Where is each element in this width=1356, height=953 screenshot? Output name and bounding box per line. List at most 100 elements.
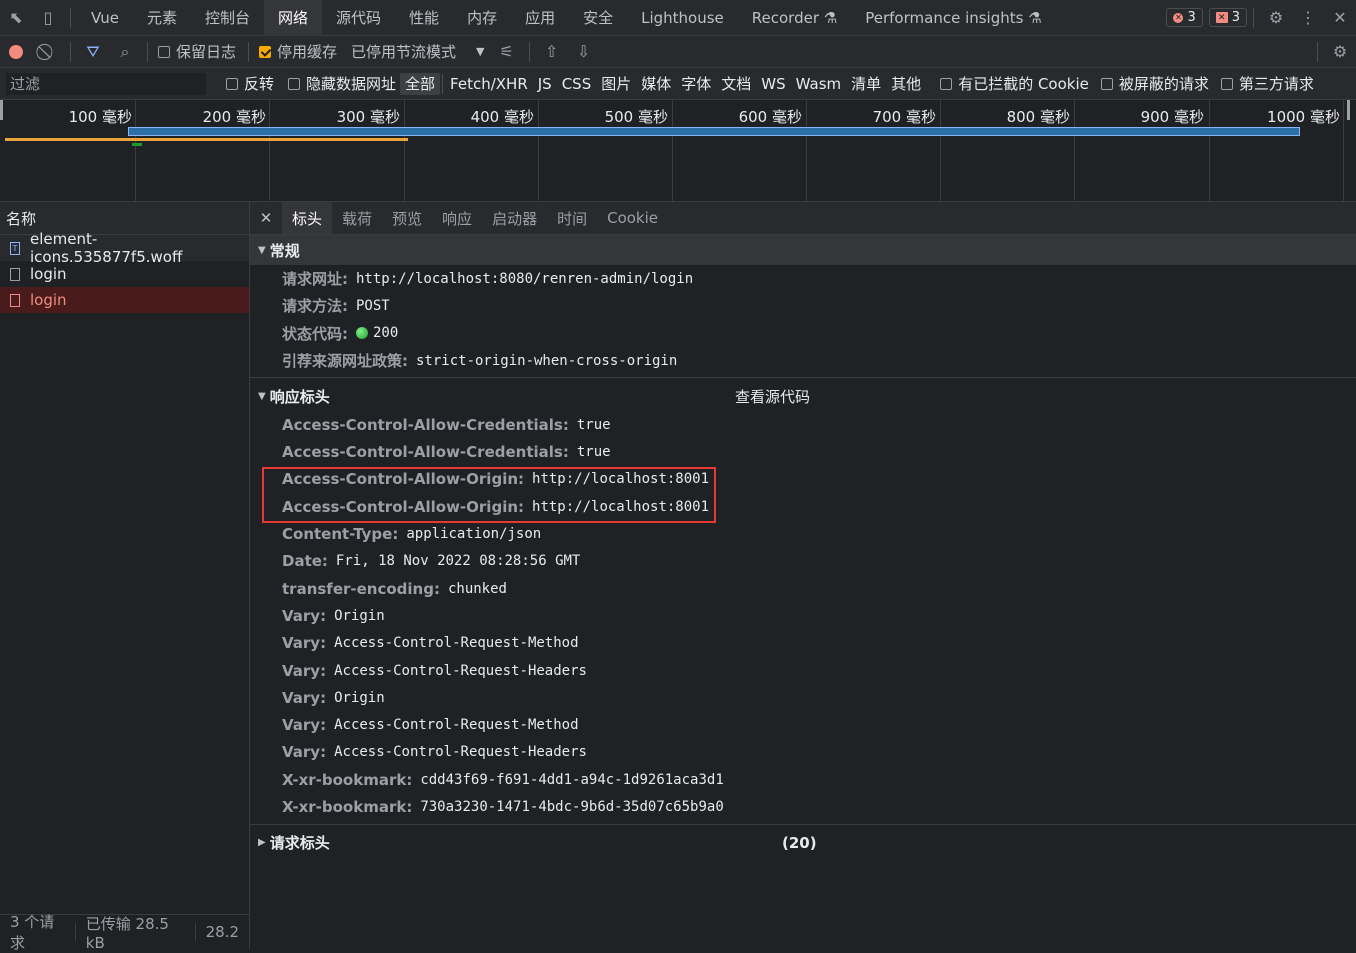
preserve-log-label: 保留日志 bbox=[176, 43, 237, 61]
tab-performance-insights[interactable]: Performance insights ⚗ bbox=[851, 0, 1055, 36]
blocked-cookies-checkbox[interactable]: 有已拦截的 Cookie bbox=[940, 73, 1089, 94]
type-filter-doc[interactable]: 文档 bbox=[716, 73, 756, 95]
request-timing-bar bbox=[5, 138, 408, 141]
tab-payload[interactable]: 载荷 bbox=[332, 202, 382, 234]
disable-cache-checkbox[interactable]: 停用缓存 bbox=[259, 41, 337, 62]
search-icon[interactable]: ⌕ bbox=[109, 34, 141, 70]
tab-initiator[interactable]: 启动器 bbox=[482, 202, 547, 234]
type-filter-img[interactable]: 图片 bbox=[596, 73, 636, 95]
section-title: 响应标头 bbox=[269, 387, 330, 406]
section-response-headers-toggle[interactable]: ▼ 响应标头 查看源代码 bbox=[250, 381, 1356, 411]
type-filter-font[interactable]: 字体 bbox=[676, 73, 716, 95]
type-filter-wasm[interactable]: Wasm bbox=[791, 73, 847, 95]
third-party-checkbox[interactable]: 第三方请求 bbox=[1220, 73, 1314, 94]
network-conditions-icon[interactable]: ⚟ bbox=[491, 34, 523, 70]
request-row-error[interactable]: login bbox=[0, 287, 249, 313]
filter-icon[interactable]: ⛛ bbox=[77, 34, 109, 70]
header-name: Vary: bbox=[282, 716, 327, 735]
transferred-size: 已传输 28.5 kB bbox=[85, 914, 169, 952]
header-row: transfer-encoding: chunked bbox=[250, 575, 1356, 602]
blocked-requests-label: 被屏蔽的请求 bbox=[1118, 75, 1209, 93]
filter-input[interactable]: 过滤 bbox=[6, 72, 206, 95]
tab-elements[interactable]: 元素 bbox=[133, 0, 191, 36]
issue-counter[interactable]: ✕ 3 bbox=[1208, 8, 1247, 27]
blocked-requests-checkbox[interactable]: 被屏蔽的请求 bbox=[1100, 73, 1209, 94]
device-toolbar-icon[interactable]: ▯ bbox=[32, 0, 64, 36]
throttling-select[interactable]: 已停用节流模式 ▼ bbox=[351, 41, 484, 62]
settings-gear-icon[interactable]: ⚙ bbox=[1260, 0, 1292, 36]
header-name: transfer-encoding: bbox=[282, 579, 440, 598]
inspect-element-icon[interactable]: ⬉ bbox=[0, 0, 32, 36]
tab-preview[interactable]: 预览 bbox=[382, 202, 432, 234]
hide-data-urls-checkbox[interactable]: 隐藏数据网址 bbox=[288, 73, 396, 94]
range-handle-right[interactable] bbox=[1347, 100, 1350, 120]
range-handle-left[interactable] bbox=[0, 100, 3, 120]
type-filter-js[interactable]: JS bbox=[533, 73, 557, 95]
header-row: 状态代码: 200 bbox=[250, 320, 1356, 347]
header-row: Vary: Origin bbox=[250, 602, 1356, 629]
request-headers-count: (20) bbox=[782, 833, 817, 852]
header-name: Vary: bbox=[282, 743, 327, 762]
request-details-panel: ✕ 标头 载荷 预览 响应 启动器 时间 Cookie ▼ 常规 请求网址: htt… bbox=[250, 202, 1356, 949]
tab-response[interactable]: 响应 bbox=[432, 202, 482, 234]
header-row: Vary: Access-Control-Request-Method bbox=[250, 711, 1356, 738]
tab-lighthouse[interactable]: Lighthouse bbox=[627, 0, 738, 36]
tab-sources[interactable]: 源代码 bbox=[322, 0, 395, 36]
divider bbox=[1317, 41, 1318, 62]
tab-headers[interactable]: 标头 bbox=[282, 202, 333, 234]
request-name: element-icons.535877f5.woff bbox=[29, 230, 183, 266]
section-title: 请求标头 bbox=[269, 834, 330, 853]
tab-performance[interactable]: 性能 bbox=[395, 0, 453, 36]
close-devtools-icon[interactable]: ✕ bbox=[1324, 0, 1356, 36]
record-icon[interactable] bbox=[0, 34, 32, 70]
throttling-value: 已停用节流模式 bbox=[351, 43, 457, 61]
tab-timing[interactable]: 时间 bbox=[547, 202, 597, 234]
grid-line bbox=[1209, 100, 1210, 201]
header-row: 请求网址: http://localhost:8080/renren-admin/… bbox=[250, 265, 1356, 292]
import-har-icon[interactable]: ⇧ bbox=[536, 34, 568, 70]
type-filter-ws[interactable]: WS bbox=[756, 73, 790, 95]
selection-range-bar[interactable] bbox=[128, 127, 1300, 136]
tab-recorder[interactable]: Recorder ⚗ bbox=[738, 0, 851, 36]
view-source-link[interactable]: 查看源代码 bbox=[735, 386, 810, 407]
more-options-icon[interactable]: ⋮ bbox=[1292, 0, 1324, 36]
tab-security[interactable]: 安全 bbox=[569, 0, 627, 36]
type-filter-all[interactable]: 全部 bbox=[400, 72, 441, 95]
type-filter-css[interactable]: CSS bbox=[557, 73, 597, 95]
tab-network[interactable]: 网络 bbox=[264, 0, 323, 36]
grid-line bbox=[135, 100, 136, 201]
disable-cache-label: 停用缓存 bbox=[277, 43, 338, 61]
type-filter-other[interactable]: 其他 bbox=[886, 73, 926, 95]
tab-memory[interactable]: 内存 bbox=[453, 0, 511, 36]
grid-line bbox=[1074, 100, 1075, 201]
section-request-headers-toggle[interactable]: ▶ 请求标头 (20) bbox=[250, 828, 1356, 858]
tab-cookies[interactable]: Cookie bbox=[597, 202, 668, 234]
network-toolbar: ⃠ ⛛ ⌕ 保留日志 停用缓存 已停用节流模式 ▼ ⚟ ⇧ ⇩ ⚙ bbox=[0, 36, 1356, 68]
section-general-toggle[interactable]: ▼ 常规 bbox=[250, 235, 1356, 265]
clear-icon[interactable]: ⃠ bbox=[32, 34, 64, 70]
tab-console[interactable]: 控制台 bbox=[191, 0, 264, 36]
tick-label: 700 毫秒 bbox=[872, 108, 936, 126]
request-name: login bbox=[30, 265, 67, 283]
close-details-icon[interactable]: ✕ bbox=[250, 209, 282, 227]
network-overview-timeline[interactable]: 100 毫秒 200 毫秒 300 毫秒 400 毫秒 500 毫秒 600 毫… bbox=[0, 100, 1356, 202]
request-row[interactable]: Telement-icons.535877f5.woff bbox=[0, 230, 249, 266]
checkbox-box bbox=[226, 77, 238, 90]
preserve-log-checkbox[interactable]: 保留日志 bbox=[158, 41, 236, 62]
type-filter-manifest[interactable]: 清单 bbox=[846, 73, 886, 95]
type-filter-media[interactable]: 媒体 bbox=[636, 73, 676, 95]
invert-checkbox[interactable]: 反转 bbox=[226, 73, 274, 94]
type-filter-fetch-xhr[interactable]: Fetch/XHR bbox=[445, 73, 533, 95]
header-row: Vary: Access-Control-Request-Headers bbox=[250, 739, 1356, 766]
network-settings-gear-icon[interactable]: ⚙ bbox=[1324, 34, 1356, 70]
tab-vue[interactable]: Vue bbox=[77, 0, 133, 36]
header-name: 状态代码: bbox=[282, 324, 348, 343]
export-har-icon[interactable]: ⇩ bbox=[568, 34, 600, 70]
divider bbox=[248, 41, 250, 62]
blocked-cookies-label: 有已拦截的 Cookie bbox=[958, 75, 1089, 93]
header-value: 730a3230-1471-4bdc-9b6d-35d07c65b9a0 bbox=[420, 798, 724, 815]
tab-application[interactable]: 应用 bbox=[511, 0, 569, 36]
error-counter[interactable]: ✕ 3 bbox=[1166, 8, 1203, 27]
checkbox-box bbox=[1100, 77, 1113, 90]
header-value: Access-Control-Request-Method bbox=[334, 635, 579, 652]
